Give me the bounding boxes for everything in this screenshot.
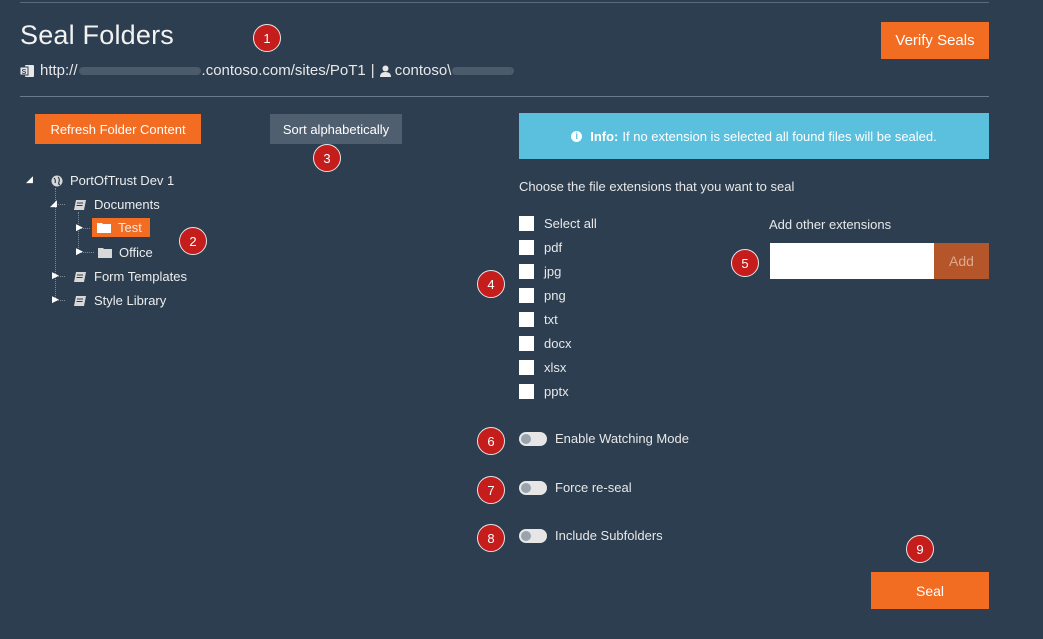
header-divider (20, 96, 989, 97)
tree-node-label: Documents (94, 197, 160, 212)
add-extension-button[interactable]: Add (934, 243, 989, 279)
checkbox-txt[interactable]: txt (519, 312, 558, 327)
tree-node-documents[interactable]: Documents (74, 197, 160, 212)
toggle-switch[interactable] (519, 528, 547, 543)
checkbox-docx[interactable]: docx (519, 336, 571, 351)
folder-icon (97, 222, 111, 233)
add-extensions-label: Add other extensions (769, 217, 892, 232)
svg-text:S: S (22, 69, 27, 76)
checkbox[interactable] (519, 312, 534, 327)
info-text: If no extension is selected all found fi… (622, 128, 937, 144)
sharepoint-icon: S (20, 64, 34, 78)
extensions-prompt: Choose the file extensions that you want… (519, 179, 795, 194)
checkbox-xlsx[interactable]: xlsx (519, 360, 566, 375)
checkbox-label: png (544, 288, 566, 303)
checkbox[interactable] (519, 240, 534, 255)
tree-node-label: PortOfTrust Dev 1 (70, 173, 175, 188)
callout-badge: 7 (477, 476, 505, 504)
toggle-switch[interactable] (519, 480, 547, 495)
callout-badge: 3 (313, 144, 341, 172)
expand-arrow-icon[interactable]: ▶ (52, 294, 59, 305)
checkbox[interactable] (519, 216, 534, 231)
top-divider (20, 2, 989, 3)
toggle-include-subfolders[interactable]: Include Subfolders (519, 528, 663, 543)
callout-badge: 4 (477, 270, 505, 298)
checkbox-jpg[interactable]: jpg (519, 264, 561, 279)
site-info: S http:// .contoso.com/sites/PoT1 | cont… (20, 62, 515, 79)
checkbox[interactable] (519, 360, 534, 375)
collapse-arrow-icon[interactable]: ◢ (50, 198, 57, 209)
tree-node-root[interactable]: PortOfTrust Dev 1 (51, 173, 174, 188)
checkbox-label: pdf (544, 240, 563, 255)
book-icon (74, 271, 87, 283)
book-icon (74, 295, 87, 307)
expand-arrow-icon[interactable]: ▶ (76, 246, 83, 257)
checkbox-png[interactable]: png (519, 288, 566, 303)
refresh-folder-button[interactable]: Refresh Folder Content (35, 114, 201, 144)
checkbox-pptx[interactable]: pptx (519, 384, 569, 399)
info-alert: i Info: If no extension is selected all … (519, 113, 989, 159)
redacted-user (452, 66, 515, 75)
toggle-label: Force re-seal (555, 480, 632, 495)
tree-node-label: Office (119, 245, 153, 260)
tree-node-label: Test (118, 220, 142, 235)
toggle-label: Include Subfolders (555, 528, 663, 543)
toggle-label: Enable Watching Mode (555, 431, 689, 446)
tree-node-form-templates[interactable]: Form Templates (74, 269, 187, 284)
user-icon (379, 65, 391, 77)
callout-badge: 2 (179, 227, 207, 255)
folder-icon (98, 247, 112, 258)
checkbox-select-all[interactable]: Select all (519, 216, 597, 231)
site-url-prefix: http:// (40, 62, 78, 79)
separator: | (370, 62, 375, 79)
collapse-arrow-icon[interactable]: ◢ (26, 174, 33, 185)
toggle-switch[interactable] (519, 431, 547, 446)
expand-arrow-icon[interactable]: ▶ (76, 222, 83, 233)
tree-node-label: Style Library (94, 293, 167, 308)
book-icon (74, 199, 87, 211)
toggle-force-reseal[interactable]: Force re-seal (519, 480, 632, 495)
callout-badge: 9 (906, 535, 934, 563)
tree-node-test[interactable]: Test (92, 218, 150, 237)
verify-seals-button[interactable]: Verify Seals (881, 22, 989, 59)
sort-alphabetically-button[interactable]: Sort alphabetically (270, 114, 402, 144)
globe-icon (51, 175, 63, 187)
checkbox[interactable] (519, 264, 534, 279)
checkbox-label: txt (544, 312, 558, 327)
checkbox-label: docx (544, 336, 572, 351)
checkbox-label: pptx (544, 384, 569, 399)
redacted-host (78, 66, 201, 75)
site-url-suffix: .contoso.com/sites/PoT1 (201, 62, 366, 79)
checkbox[interactable] (519, 336, 534, 351)
checkbox[interactable] (519, 384, 534, 399)
checkbox-label: jpg (544, 264, 562, 279)
callout-badge: 5 (731, 249, 759, 277)
checkbox-pdf[interactable]: pdf (519, 240, 562, 255)
extension-input[interactable] (770, 243, 934, 279)
tree-node-label: Form Templates (94, 269, 187, 284)
callout-badge: 8 (477, 524, 505, 552)
info-label: Info: (590, 128, 619, 144)
user-prefix: contoso\ (394, 62, 452, 79)
seal-button[interactable]: Seal (871, 572, 989, 609)
callout-badge: 1 (253, 24, 281, 52)
checkbox-label: xlsx (544, 360, 567, 375)
tree-node-office[interactable]: Office (98, 245, 153, 260)
expand-arrow-icon[interactable]: ▶ (52, 270, 59, 281)
callout-badge: 6 (477, 427, 505, 455)
page-title: Seal Folders (20, 20, 174, 50)
checkbox[interactable] (519, 288, 534, 303)
toggle-watching-mode[interactable]: Enable Watching Mode (519, 431, 689, 446)
info-icon: i (571, 130, 583, 142)
tree-node-style-library[interactable]: Style Library (74, 293, 166, 308)
checkbox-label: Select all (544, 216, 597, 231)
